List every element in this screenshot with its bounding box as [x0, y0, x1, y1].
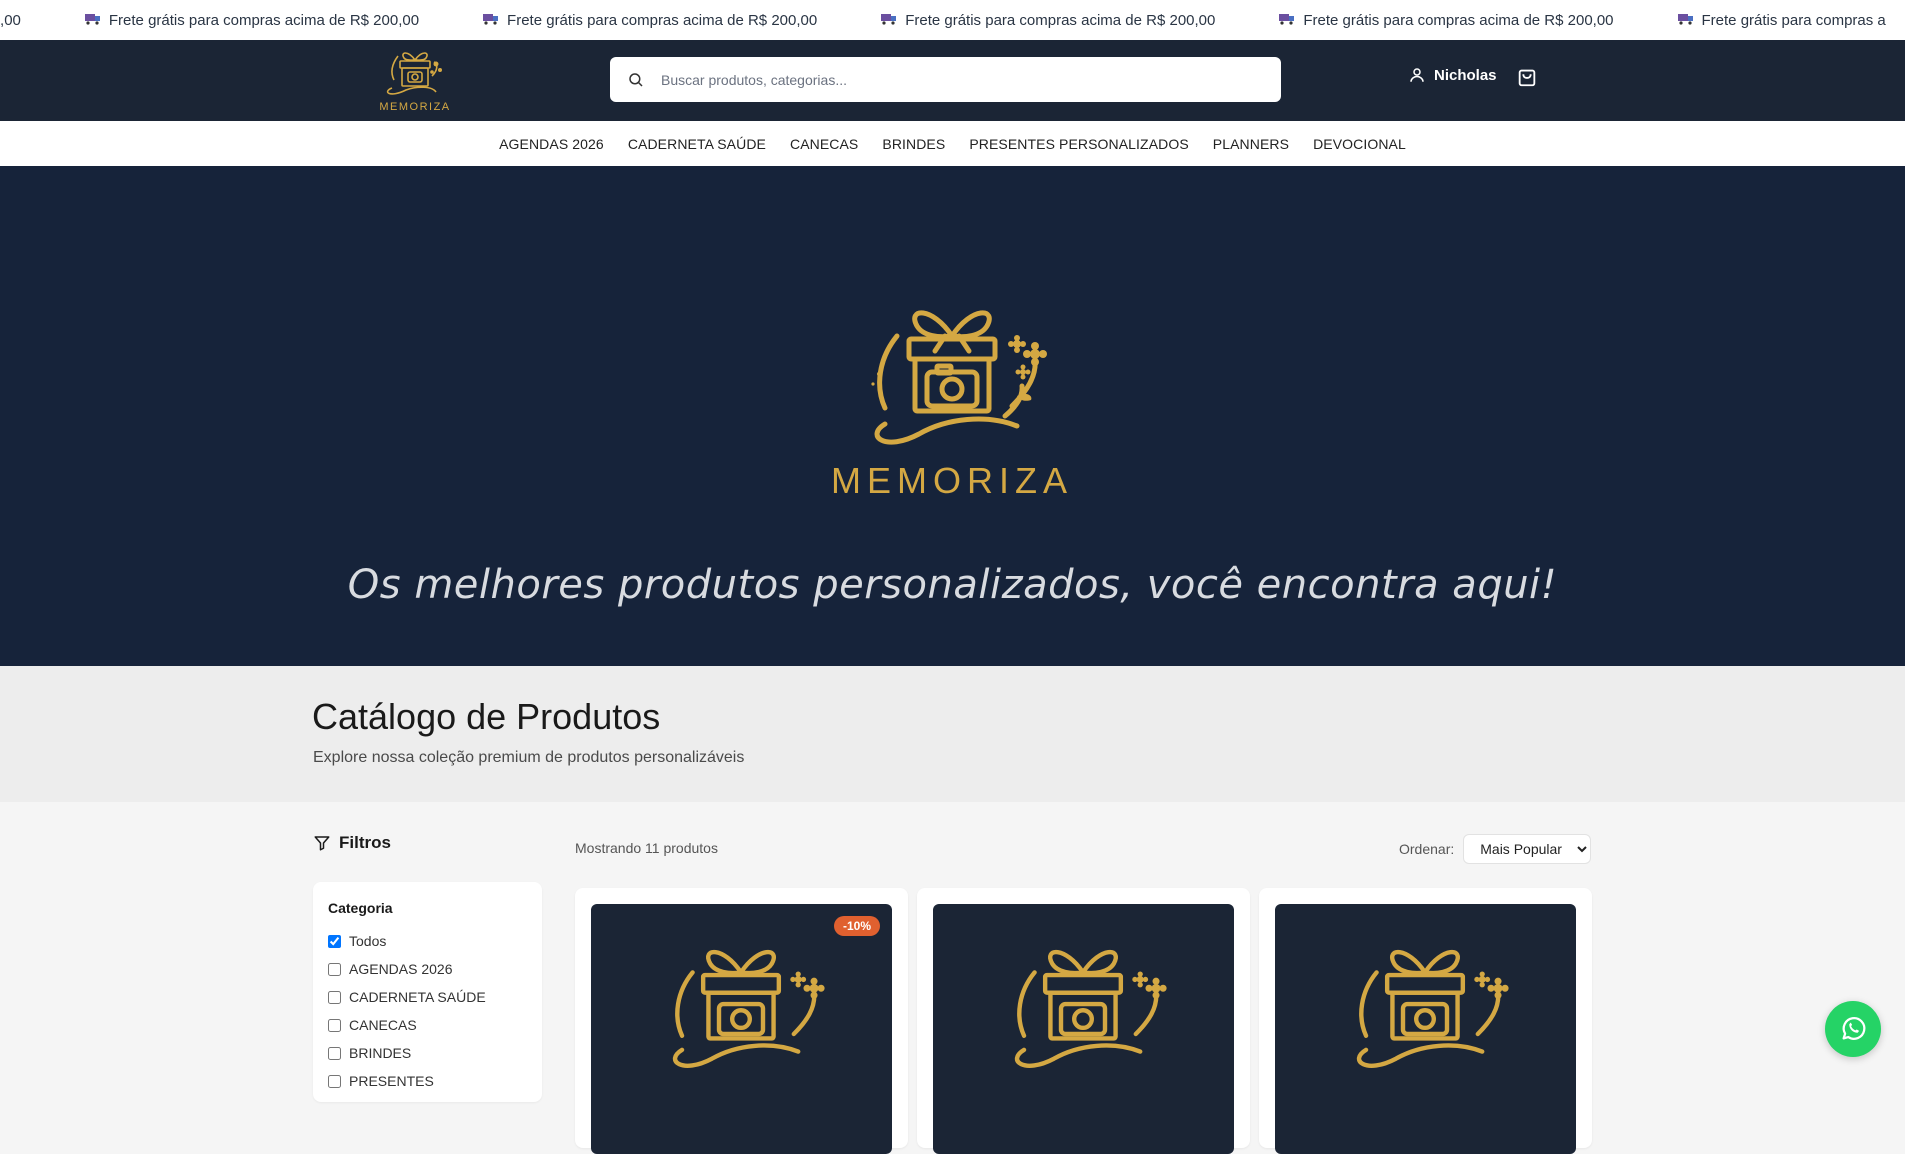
category-filter-list: Todos AGENDAS 2026 CADERNETA SAÚDE CANECAS B… — [328, 927, 486, 1095]
category-filter-label: CANECAS — [349, 1017, 417, 1033]
ticker-text: Frete grátis para compras acima de R$ 20… — [507, 11, 818, 29]
ticker-item: Frete grátis para compras acima de R$ 20… — [881, 12, 1215, 29]
ticker-track: 200,00 Frete grátis para compras acima d… — [0, 0, 1905, 40]
page-title: Catálogo de Produtos — [312, 696, 661, 737]
ticker-item: Frete grátis para compras acima de R$ 20… — [84, 11, 420, 29]
category-nav: AGENDAS 2026 CADERNETA SAÚDE CANECAS BRINDE… — [0, 121, 1905, 167]
user-account-link[interactable]: Nicholas — [1408, 66, 1497, 84]
nav-item-planners[interactable]: PLANNERS — [1213, 136, 1289, 152]
nav-item-presentes-personalizados[interactable]: PRESENTES PERSONALIZADOS — [969, 136, 1188, 152]
category-checkbox[interactable] — [328, 934, 341, 948]
filters-heading: Filtros — [313, 833, 391, 853]
hero-logo-text: MEMORIZA — [831, 460, 1073, 501]
category-filter-option[interactable]: CADERNETA SAÚDE — [328, 983, 486, 1011]
truck-icon — [84, 12, 101, 29]
search-bar — [610, 57, 1281, 102]
category-checkbox[interactable] — [328, 1074, 341, 1088]
sort-control: Ordenar: Mais Popular — [1399, 834, 1592, 864]
ticker-text: Frete grátis para compras a — [1701, 11, 1886, 29]
whatsapp-button[interactable] — [1825, 1001, 1881, 1057]
category-filter-label: Todos — [349, 933, 387, 949]
brand-logo[interactable]: MEMORIZA — [372, 46, 458, 116]
filter-icon — [314, 836, 330, 851]
product-card[interactable]: -10% — [575, 888, 908, 1154]
user-icon — [1410, 68, 1424, 82]
product-image-logo — [1357, 949, 1509, 1068]
user-name: Nicholas — [1434, 66, 1497, 84]
site-header: MEMORIZA Nicholas — [0, 40, 1905, 121]
category-filter-option[interactable]: CANECAS — [328, 1011, 486, 1039]
sort-select[interactable]: Mais Popular — [1463, 834, 1592, 864]
truck-icon — [1677, 12, 1694, 29]
nav-item-caderneta-sa-de[interactable]: CADERNETA SAÚDE — [628, 136, 766, 152]
ticker-item: Frete grátis para compras acima de R$ 20… — [1279, 11, 1614, 29]
whatsapp-icon — [1842, 1017, 1866, 1040]
category-filter-title: Categoria — [328, 900, 393, 916]
ticker-text: Frete grátis para compras acima de R$ 20… — [1303, 11, 1614, 29]
category-filter-option[interactable]: PRESENTES — [328, 1067, 486, 1095]
hero-tagline: Os melhores produtos personalizados, voc… — [347, 562, 1558, 608]
product-card[interactable] — [1259, 888, 1592, 1154]
category-filter-label: AGENDAS 2026 — [349, 961, 453, 977]
ticker-partial-text: 200,00 — [0, 11, 21, 29]
hero-banner: MEMORIZA Os melhores produtos personaliz… — [0, 166, 1905, 666]
sort-label: Ordenar: — [1399, 841, 1455, 857]
category-checkbox[interactable] — [328, 962, 341, 976]
category-filter-label: PRESENTES — [349, 1073, 434, 1089]
product-count: Mostrando 11 produtos — [575, 840, 718, 856]
category-filter-option[interactable]: BRINDES — [328, 1039, 486, 1067]
search-input[interactable] — [659, 58, 1281, 101]
discount-badge: -10% — [833, 916, 880, 936]
category-filter-option[interactable]: AGENDAS 2026 — [328, 955, 486, 983]
page-subtitle: Explore nossa coleção premium de produto… — [313, 749, 745, 766]
nav-item-agendas-2026[interactable]: AGENDAS 2026 — [499, 136, 604, 152]
category-checkbox[interactable] — [328, 990, 341, 1004]
filters-title: Filtros — [339, 833, 391, 852]
nav-item-canecas[interactable]: CANECAS — [790, 136, 858, 152]
product-card[interactable] — [917, 888, 1250, 1154]
category-filter-option[interactable]: Todos — [328, 927, 486, 955]
product-image[interactable] — [1275, 904, 1576, 1154]
nav-item-brindes[interactable]: BRINDES — [882, 136, 945, 152]
product-image[interactable] — [933, 904, 1234, 1154]
product-image-logo — [1015, 949, 1167, 1068]
ticker-text: Frete grátis para compras acima de R$ 20… — [108, 11, 420, 29]
hero-logo: MEMORIZA — [831, 310, 1073, 501]
ticker-item: 200,00 — [0, 12, 21, 29]
ticker-item: Frete grátis para compras acima de R$ 20… — [483, 12, 817, 29]
product-image[interactable]: -10% — [591, 904, 892, 1154]
category-filter-label: CADERNETA SAÚDE — [349, 989, 486, 1005]
truck-icon — [1279, 12, 1295, 29]
ticker-item: Frete grátis para compras a — [1677, 11, 1886, 29]
category-filter-label: BRINDES — [349, 1045, 412, 1061]
catalog-header: Catálogo de Produtos Explore nossa coleç… — [0, 666, 1905, 802]
nav-item-devocional[interactable]: DEVOCIONAL — [1313, 136, 1406, 152]
truck-icon — [483, 12, 499, 29]
truck-icon — [881, 12, 897, 29]
brand-logo-text: MEMORIZA — [379, 101, 450, 113]
shopping-bag-icon[interactable] — [1516, 66, 1538, 88]
promo-ticker: 200,00 Frete grátis para compras acima d… — [0, 0, 1905, 40]
category-filter-panel: Categoria Todos AGENDAS 2026 CADERNETA SAÚ… — [313, 882, 542, 1102]
category-checkbox[interactable] — [328, 1046, 341, 1060]
category-checkbox[interactable] — [328, 1018, 341, 1032]
search-icon[interactable] — [627, 71, 645, 89]
ticker-text: Frete grátis para compras acima de R$ 20… — [905, 11, 1216, 29]
product-image-logo — [673, 949, 825, 1068]
